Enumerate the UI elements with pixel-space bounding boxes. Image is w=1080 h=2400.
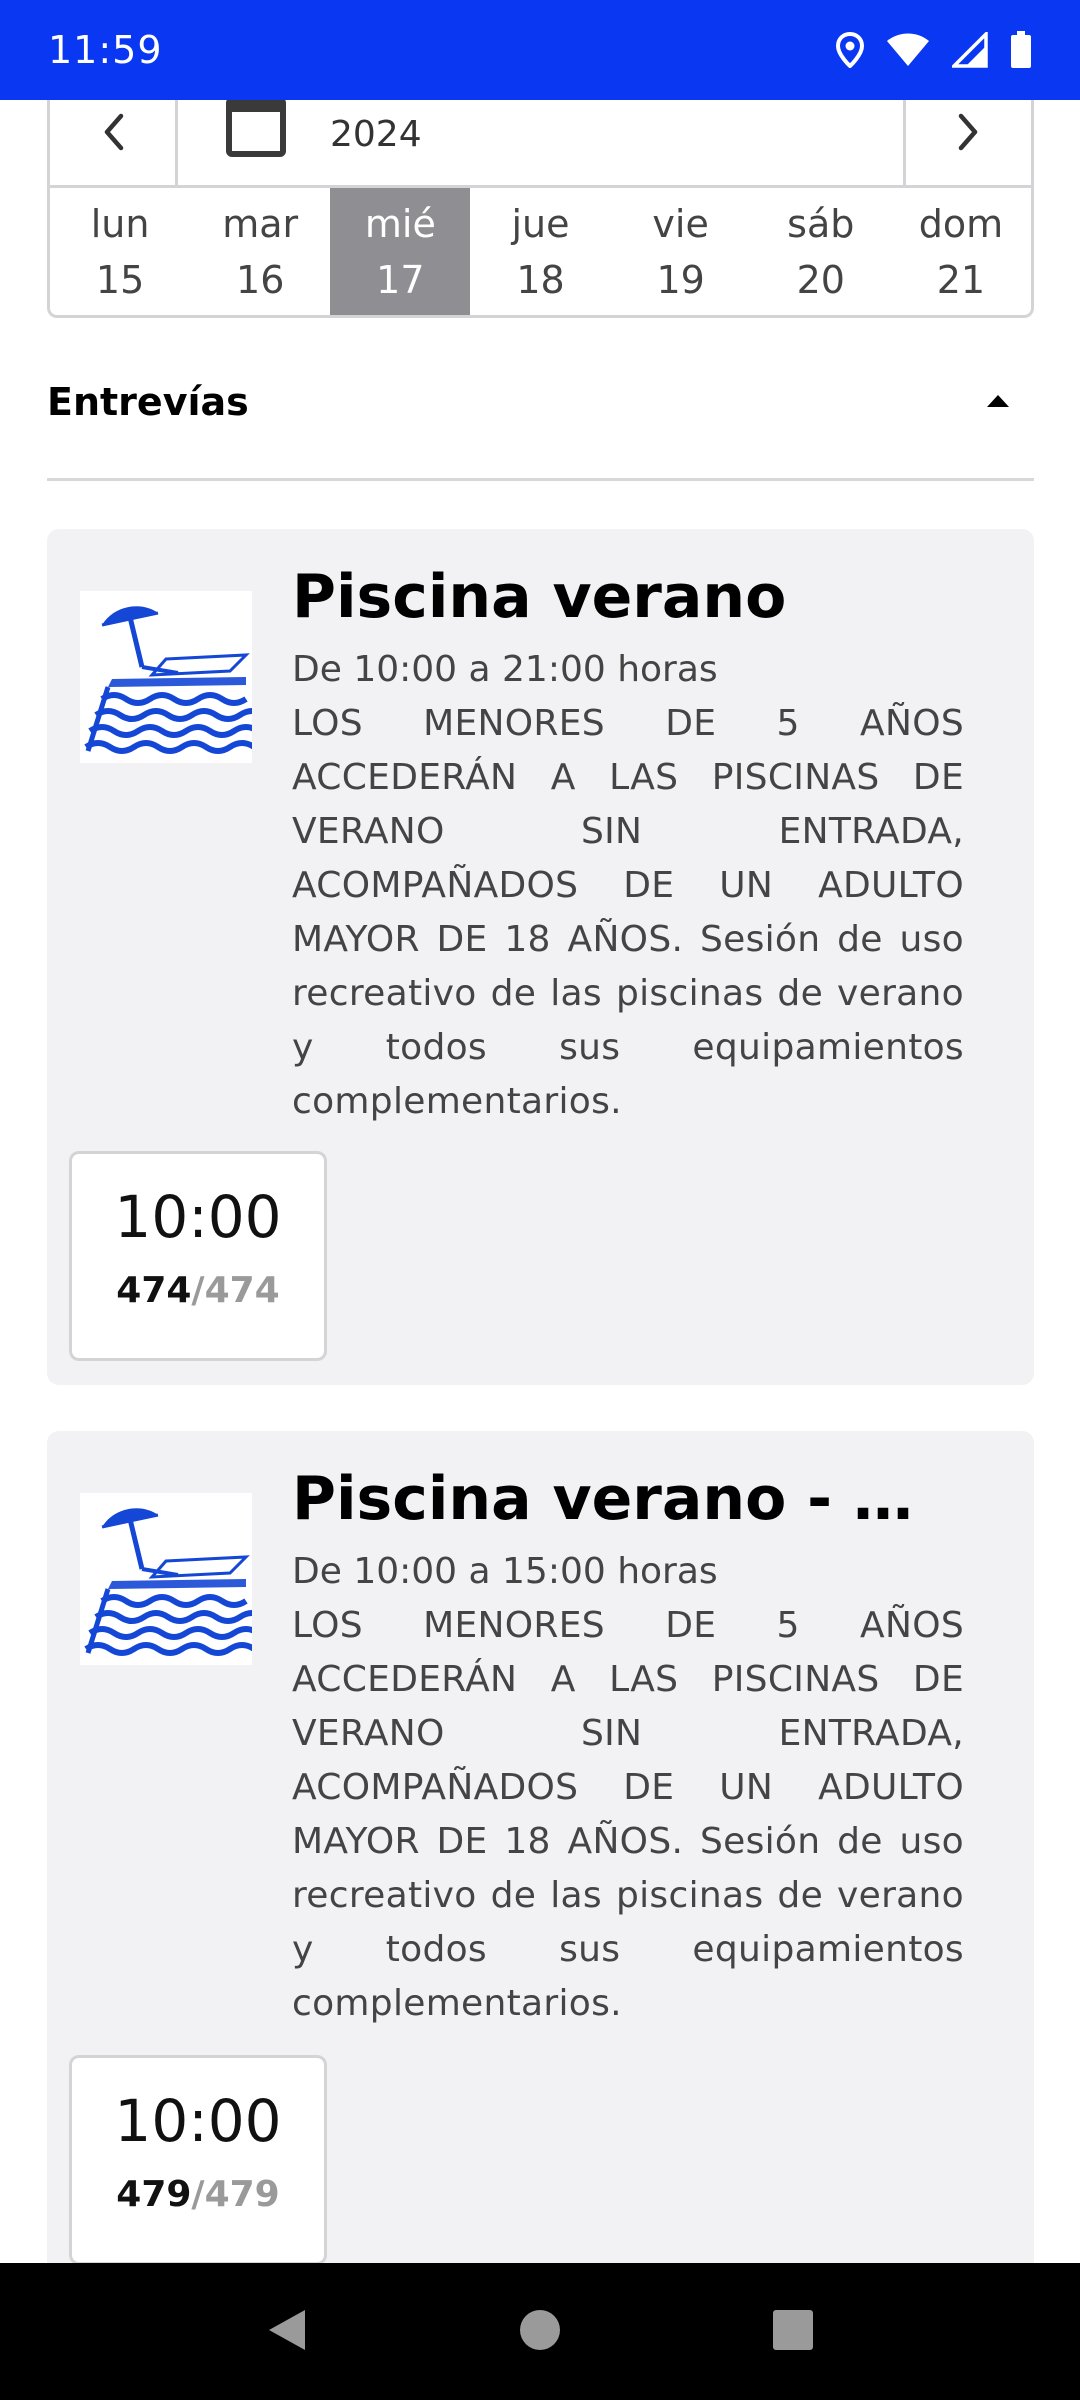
status-bar: 11:59 bbox=[0, 0, 1080, 100]
current-date-line2: 2024 bbox=[330, 113, 422, 155]
day-jue[interactable]: jue 18 bbox=[470, 188, 610, 315]
battery-icon bbox=[1010, 31, 1032, 69]
day-name: sáb bbox=[787, 201, 855, 246]
pool-beach-icon bbox=[84, 1508, 266, 1656]
activity-card: Piscina verano - Mañ… De 10:00 a 15:00 h… bbox=[47, 1431, 1034, 2331]
slot-time: 10:00 bbox=[114, 2087, 282, 2155]
card-title: Piscina verano bbox=[292, 562, 787, 632]
day-number: 17 bbox=[376, 257, 425, 302]
slot-available: 479 bbox=[116, 2174, 192, 2215]
card-description: LOS MENORES DE 5 AÑOS ACCEDERÁN A LAS PI… bbox=[292, 703, 964, 1122]
section-divider bbox=[47, 478, 1034, 481]
slot-total: 479 bbox=[204, 2174, 280, 2215]
back-triangle-icon bbox=[265, 2306, 309, 2358]
section-header-entrevias[interactable]: Entrevías bbox=[47, 362, 1034, 442]
day-name: dom bbox=[918, 201, 1004, 246]
chevron-left-icon bbox=[101, 112, 125, 156]
location-icon bbox=[836, 32, 864, 68]
screen: 11:59 2024 lun 15 mar 16 mié 17 jue 18 v… bbox=[0, 0, 1080, 2400]
signal-icon bbox=[952, 32, 988, 68]
slot-time: 10:00 bbox=[114, 1183, 282, 1251]
pool-beach-icon bbox=[84, 606, 266, 754]
day-number: 19 bbox=[656, 257, 705, 302]
slot-separator: / bbox=[191, 1270, 205, 1311]
section-title: Entrevías bbox=[47, 380, 249, 424]
home-button[interactable] bbox=[490, 2282, 590, 2382]
status-icons bbox=[836, 31, 1032, 69]
day-name: lun bbox=[90, 201, 150, 246]
week-days: lun 15 mar 16 mié 17 jue 18 vie 19 sáb 2… bbox=[50, 188, 1031, 315]
home-circle-icon bbox=[518, 2308, 562, 2356]
day-dom[interactable]: dom 21 bbox=[891, 188, 1031, 315]
time-slot-button[interactable]: 10:00 474/474 bbox=[69, 1151, 327, 1361]
day-name: mar bbox=[222, 201, 299, 246]
calendar-icon bbox=[226, 96, 286, 161]
card-hours: De 10:00 a 21:00 horas bbox=[292, 649, 718, 690]
collapse-caret-up-icon bbox=[986, 393, 1010, 412]
day-number: 18 bbox=[516, 257, 565, 302]
wifi-icon bbox=[886, 33, 930, 67]
card-body: Piscina verano De 10:00 a 21:00 horas LO… bbox=[292, 557, 964, 1129]
pool-image bbox=[80, 1493, 266, 1665]
day-number: 21 bbox=[936, 257, 986, 302]
slot-total: 474 bbox=[204, 1270, 280, 1311]
card-description: LOS MENORES DE 5 AÑOS ACCEDERÁN A LAS PI… bbox=[292, 1605, 964, 2024]
card-body: Piscina verano - Mañ… De 10:00 a 15:00 h… bbox=[292, 1459, 964, 2031]
recents-square-icon bbox=[771, 2308, 815, 2356]
day-name: jue bbox=[511, 201, 570, 246]
slot-capacity: 474/474 bbox=[116, 1270, 279, 1311]
status-time: 11:59 bbox=[48, 28, 163, 72]
day-mie-selected[interactable]: mié 17 bbox=[330, 188, 471, 315]
day-sab[interactable]: sáb 20 bbox=[751, 188, 891, 315]
slot-separator: / bbox=[191, 2174, 205, 2215]
back-button[interactable] bbox=[237, 2282, 337, 2382]
time-slot-button[interactable]: 10:00 479/479 bbox=[69, 2055, 327, 2265]
activity-card: Piscina verano De 10:00 a 21:00 horas LO… bbox=[47, 529, 1034, 1385]
day-mar[interactable]: mar 16 bbox=[190, 188, 330, 315]
recents-button[interactable] bbox=[743, 2282, 843, 2382]
card-title: Piscina verano - Mañ… bbox=[292, 1464, 964, 1534]
day-lun[interactable]: lun 15 bbox=[50, 188, 190, 315]
chevron-right-icon bbox=[957, 112, 981, 156]
card-hours: De 10:00 a 15:00 horas bbox=[292, 1551, 718, 1592]
day-number: 20 bbox=[796, 257, 845, 302]
day-number: 16 bbox=[236, 257, 285, 302]
day-name: vie bbox=[652, 201, 709, 246]
day-name: mié bbox=[364, 201, 436, 246]
navigation-bar bbox=[0, 2263, 1080, 2400]
day-number: 15 bbox=[95, 257, 145, 302]
date-navigator: miércoles, 17 de julio de 2024 lun 15 ma… bbox=[47, 82, 1034, 318]
pool-image bbox=[80, 591, 266, 763]
day-vie[interactable]: vie 19 bbox=[611, 188, 751, 315]
slot-capacity: 479/479 bbox=[116, 2174, 279, 2215]
slot-available: 474 bbox=[116, 1270, 192, 1311]
